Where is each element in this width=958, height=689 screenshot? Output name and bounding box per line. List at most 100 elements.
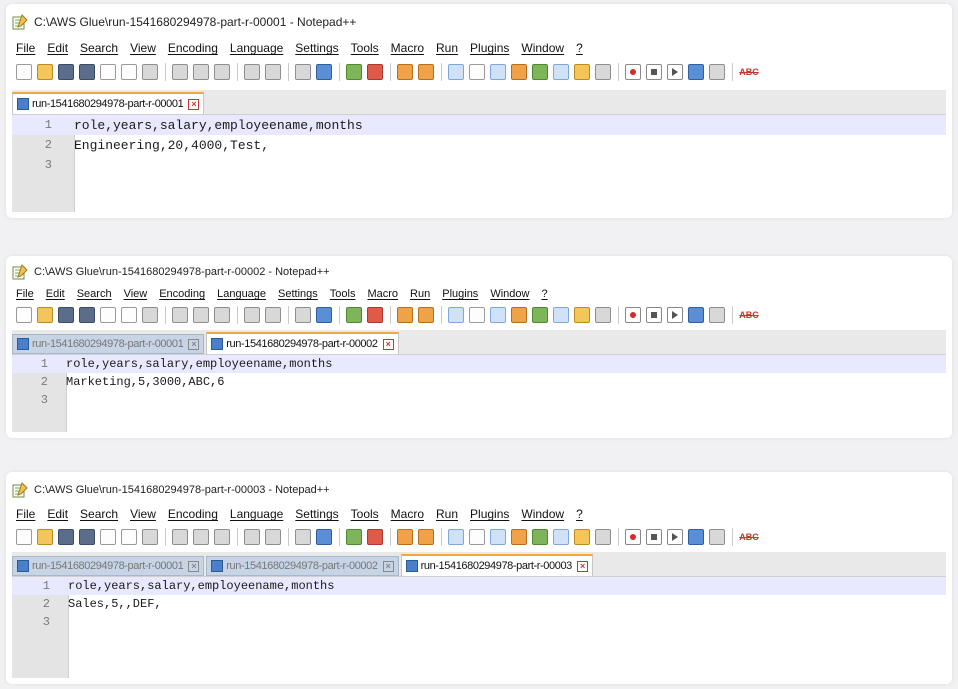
word-wrap-icon[interactable] [448,529,464,545]
close-tab-icon[interactable]: × [188,98,200,110]
doc-map-icon[interactable] [532,529,548,545]
save-all-icon[interactable] [79,307,95,323]
save-all-icon[interactable] [79,64,95,80]
folder-workspace-icon[interactable] [574,307,590,323]
close-tab-icon[interactable]: × [382,338,394,350]
paste-icon[interactable] [214,529,230,545]
close-all-icon[interactable] [121,307,137,323]
menu-file[interactable]: File [16,507,35,521]
menu-search[interactable]: Search [80,507,118,521]
word-wrap-icon[interactable] [448,307,464,323]
save-macro-icon[interactable] [709,307,725,323]
editor-line[interactable]: 1 role,years,salary,employeename,months [12,115,946,135]
menu-run[interactable]: Run [436,507,458,521]
editor-line[interactable]: 3 [12,613,946,631]
replace-icon[interactable] [316,529,332,545]
menu-search[interactable]: Search [80,41,118,55]
menu-language[interactable]: Language [230,507,283,521]
indent-guide-icon[interactable] [490,529,506,545]
cut-icon[interactable] [172,307,188,323]
open-file-icon[interactable] [37,307,53,323]
menu-run[interactable]: Run [410,288,430,300]
menu-view[interactable]: View [130,507,156,521]
paste-icon[interactable] [214,64,230,80]
save-icon[interactable] [58,64,74,80]
menu-plugins[interactable]: Plugins [470,507,509,521]
redo-icon[interactable] [265,307,281,323]
playback-macro-icon[interactable] [667,307,683,323]
new-file-icon[interactable] [16,307,32,323]
monitoring-icon[interactable] [595,529,611,545]
tab-part-00001[interactable]: run-1541680294978-part-r-00001 × [12,92,205,114]
cut-icon[interactable] [172,64,188,80]
menu-tools[interactable]: Tools [330,288,356,300]
show-all-chars-icon[interactable] [469,64,485,80]
menu-settings[interactable]: Settings [295,41,338,55]
run-macro-multiple-icon[interactable] [688,307,704,323]
menu-tools[interactable]: Tools [351,507,379,521]
run-macro-multiple-icon[interactable] [688,529,704,545]
redo-icon[interactable] [265,64,281,80]
copy-icon[interactable] [193,64,209,80]
close-all-icon[interactable] [121,529,137,545]
sync-horizontal-icon[interactable] [418,64,434,80]
find-icon[interactable] [295,307,311,323]
udl-icon[interactable] [511,529,527,545]
spell-check-icon[interactable]: ABC [739,64,759,80]
editor-line[interactable]: 2 Sales,5,,DEF, [12,595,946,613]
open-file-icon[interactable] [37,64,53,80]
doc-map-icon[interactable] [532,307,548,323]
playback-macro-icon[interactable] [667,64,683,80]
record-macro-icon[interactable] [625,307,641,323]
editor-area[interactable]: 1 role,years,salary,employeename,months 2… [12,355,946,432]
menu-help[interactable]: ? [576,41,583,55]
editor-area[interactable]: 1 role,years,salary,employeename,months 2… [12,577,946,678]
undo-icon[interactable] [244,529,260,545]
monitoring-icon[interactable] [595,307,611,323]
close-tab-icon[interactable]: × [188,560,200,572]
folder-workspace-icon[interactable] [574,529,590,545]
save-icon[interactable] [58,529,74,545]
zoom-in-icon[interactable] [346,64,362,80]
menu-window[interactable]: Window [490,288,529,300]
replace-icon[interactable] [316,64,332,80]
menu-macro[interactable]: Macro [391,41,424,55]
replace-icon[interactable] [316,307,332,323]
tab-part-00003[interactable]: run-1541680294978-part-r-00003 × [400,554,593,576]
sync-horizontal-icon[interactable] [418,529,434,545]
show-all-chars-icon[interactable] [469,529,485,545]
zoom-in-icon[interactable] [346,307,362,323]
close-icon[interactable] [100,529,116,545]
sync-horizontal-icon[interactable] [418,307,434,323]
indent-guide-icon[interactable] [490,307,506,323]
menu-search[interactable]: Search [77,288,112,300]
monitoring-icon[interactable] [595,64,611,80]
menu-encoding[interactable]: Encoding [168,41,218,55]
open-file-icon[interactable] [37,529,53,545]
udl-icon[interactable] [511,64,527,80]
run-macro-multiple-icon[interactable] [688,64,704,80]
editor-line[interactable]: 2 Engineering,20,4000,Test, [12,135,946,155]
new-file-icon[interactable] [16,64,32,80]
menu-settings[interactable]: Settings [278,288,318,300]
menu-plugins[interactable]: Plugins [470,41,509,55]
sync-vertical-icon[interactable] [397,307,413,323]
cut-icon[interactable] [172,529,188,545]
tab-part-00002[interactable]: run-1541680294978-part-r-00002 × [206,332,399,354]
zoom-out-icon[interactable] [367,529,383,545]
zoom-out-icon[interactable] [367,307,383,323]
menu-macro[interactable]: Macro [391,507,424,521]
editor-area[interactable]: 1 role,years,salary,employeename,months 2… [12,115,946,212]
spell-check-icon[interactable]: ABC [739,307,759,323]
editor-line[interactable]: 1 role,years,salary,employeename,months [12,577,946,595]
close-icon[interactable] [100,64,116,80]
udl-icon[interactable] [511,307,527,323]
show-all-chars-icon[interactable] [469,307,485,323]
menu-tools[interactable]: Tools [351,41,379,55]
close-all-icon[interactable] [121,64,137,80]
menu-window[interactable]: Window [521,507,564,521]
menu-help[interactable]: ? [576,507,583,521]
menu-help[interactable]: ? [541,288,547,300]
stop-record-icon[interactable] [646,529,662,545]
indent-guide-icon[interactable] [490,64,506,80]
